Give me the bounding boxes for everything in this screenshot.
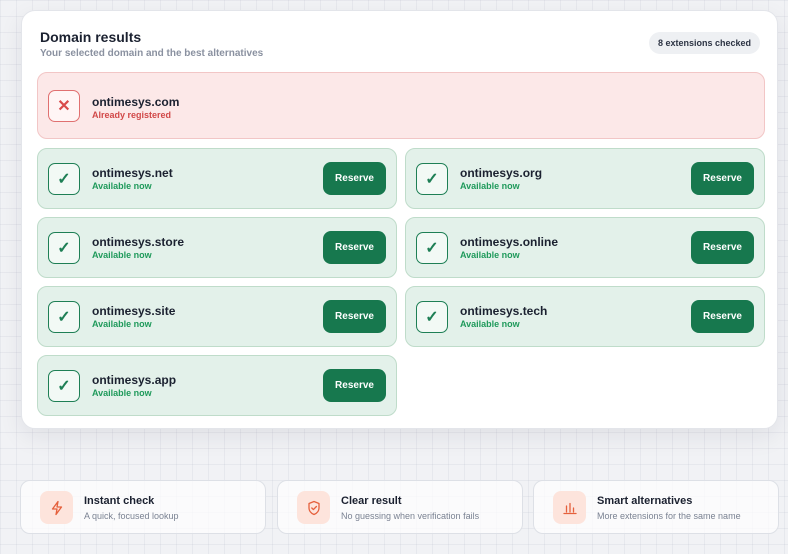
domain-row: ✓ ontimesys.app Available now Reserve (37, 355, 397, 416)
reserve-button[interactable]: Reserve (691, 230, 754, 264)
feature-subtitle: A quick, focused lookup (84, 511, 179, 521)
domain-status: Available now (92, 181, 152, 191)
domain-name: ontimesys.online (460, 235, 559, 249)
domain-row: ✓ ontimesys.site Available now Reserve (37, 286, 397, 347)
domain-row: ✓ ontimesys.tech Available now Reserve (405, 286, 765, 347)
reserve-button[interactable]: Reserve (691, 161, 754, 195)
lightning-icon (40, 491, 73, 524)
reserve-button[interactable]: Reserve (323, 230, 386, 264)
domain-status: Available now (92, 250, 152, 260)
feature-card-smart-alternatives: Smart alternatives More extensions for t… (533, 480, 779, 534)
reserve-button[interactable]: Reserve (691, 299, 754, 333)
feature-title: Clear result (341, 495, 402, 507)
domain-name: ontimesys.app (92, 373, 177, 387)
extensions-checked-badge: 8 extensions checked (648, 32, 760, 54)
panel-title: Domain results (40, 29, 142, 45)
domain-status: Available now (460, 250, 520, 260)
reserve-button[interactable]: Reserve (323, 368, 386, 402)
domain-name: ontimesys.store (92, 235, 185, 249)
check-icon: ✓ (416, 162, 448, 195)
check-icon: ✓ (48, 369, 80, 402)
panel-subtitle: Your selected domain and the best altern… (40, 48, 264, 59)
domain-status: Available now (460, 319, 520, 329)
check-icon: ✓ (48, 300, 80, 333)
domain-name: ontimesys.org (460, 166, 543, 180)
domain-name: ontimesys.net (92, 166, 173, 180)
domain-status: Available now (460, 181, 520, 191)
domain-row: ✓ ontimesys.online Available now Reserve (405, 217, 765, 278)
shield-check-icon (297, 491, 330, 524)
feature-title: Smart alternatives (597, 495, 693, 507)
domain-status: Available now (92, 388, 152, 398)
feature-card-instant-check: Instant check A quick, focused lookup (20, 480, 266, 534)
reserve-button[interactable]: Reserve (323, 299, 386, 333)
check-icon: ✓ (416, 231, 448, 264)
domain-row: ✓ ontimesys.store Available now Reserve (37, 217, 397, 278)
feature-card-clear-result: Clear result No guessing when verificati… (277, 480, 523, 534)
check-icon: ✓ (416, 300, 448, 333)
check-icon: ✓ (48, 162, 80, 195)
x-icon: ✕ (48, 89, 80, 122)
feature-title: Instant check (84, 495, 155, 507)
domain-name: ontimesys.site (92, 304, 176, 318)
bar-chart-icon (553, 491, 586, 524)
domain-row: ✓ ontimesys.net Available now Reserve (37, 148, 397, 209)
feature-subtitle: No guessing when verification fails (341, 511, 480, 521)
check-icon: ✓ (48, 231, 80, 264)
domain-status: Already registered (92, 110, 172, 120)
domain-results-panel: Domain results Your selected domain and … (21, 10, 778, 429)
selected-domain-row: ✕ ontimesys.com Already registered (37, 72, 765, 139)
domain-name: ontimesys.tech (460, 304, 548, 318)
domain-name: ontimesys.com (92, 95, 180, 109)
feature-subtitle: More extensions for the same name (597, 511, 741, 521)
reserve-button[interactable]: Reserve (323, 161, 386, 195)
domain-row: ✓ ontimesys.org Available now Reserve (405, 148, 765, 209)
domain-status: Available now (92, 319, 152, 329)
